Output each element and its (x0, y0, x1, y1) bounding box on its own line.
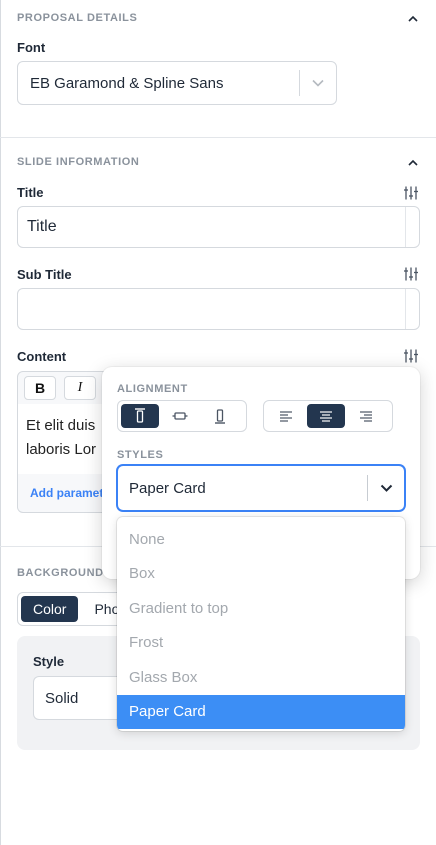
sliders-icon[interactable] (403, 267, 419, 281)
text-align-left-icon (280, 410, 292, 422)
option-paper-card[interactable]: Paper Card (117, 694, 405, 729)
option-glass-box[interactable]: Glass Box (117, 660, 405, 695)
option-none[interactable]: None (117, 522, 405, 557)
alignment-label: ALIGNMENT (117, 383, 188, 395)
chevron-up-icon[interactable] (407, 12, 419, 24)
bold-button[interactable]: B (24, 376, 56, 400)
title-input-value: Title (27, 218, 57, 235)
align-top-button[interactable] (121, 404, 159, 428)
title-input[interactable]: Title (17, 206, 420, 248)
text-align-center-icon (320, 410, 332, 422)
vertical-alignment-group (117, 400, 247, 432)
option-box[interactable]: Box (117, 557, 405, 592)
font-select-value: EB Garamond & Spline Sans (30, 74, 224, 92)
proposal-details-header[interactable]: PROPOSAL DETAILS (17, 12, 419, 24)
chevron-up-icon[interactable] (407, 156, 419, 168)
subtitle-input[interactable] (17, 288, 420, 330)
align-bottom-button[interactable] (201, 404, 239, 428)
title-label: Title (17, 185, 44, 200)
text-align-right-button[interactable] (347, 404, 385, 428)
text-align-center-button[interactable] (307, 404, 345, 428)
slide-information-header[interactable]: SLIDE INFORMATION (17, 156, 419, 168)
align-middle-button[interactable] (161, 404, 199, 428)
panel-left-border (0, 0, 1, 845)
style-label: Style (33, 654, 65, 669)
sliders-icon[interactable] (403, 186, 419, 200)
font-select[interactable]: EB Garamond & Spline Sans (17, 61, 337, 105)
chevron-down-icon[interactable] (368, 484, 404, 493)
section-title-background: BACKGROUND (17, 567, 104, 579)
italic-button[interactable]: I (64, 376, 96, 400)
option-frost[interactable]: Frost (117, 626, 405, 661)
text-align-left-button[interactable] (267, 404, 305, 428)
align-middle-icon (172, 412, 188, 420)
tab-color[interactable]: Color (21, 596, 79, 622)
font-label: Font (17, 40, 46, 55)
chevron-down-icon[interactable] (300, 79, 336, 87)
section-title-slide: SLIDE INFORMATION (17, 156, 140, 168)
styles-dropdown-menu: None Box Gradient to top Frost Glass Box… (117, 517, 405, 731)
input-side-handle (405, 289, 419, 329)
option-gradient-to-top[interactable]: Gradient to top (117, 591, 405, 626)
section-divider (0, 137, 436, 138)
section-title-proposal: PROPOSAL DETAILS (17, 12, 138, 24)
text-align-right-icon (360, 410, 372, 422)
styles-select-value: Paper Card (129, 479, 206, 497)
styles-label: STYLES (117, 449, 164, 461)
align-top-icon (135, 408, 145, 423)
align-bottom-icon (215, 409, 225, 424)
content-label: Content (17, 349, 67, 364)
sliders-icon[interactable] (403, 349, 419, 363)
background-tabs: Color Phot (17, 592, 127, 626)
styles-select[interactable]: Paper Card (117, 465, 405, 511)
input-side-handle (405, 207, 419, 247)
subtitle-label: Sub Title (17, 267, 72, 282)
text-alignment-group (263, 400, 393, 432)
